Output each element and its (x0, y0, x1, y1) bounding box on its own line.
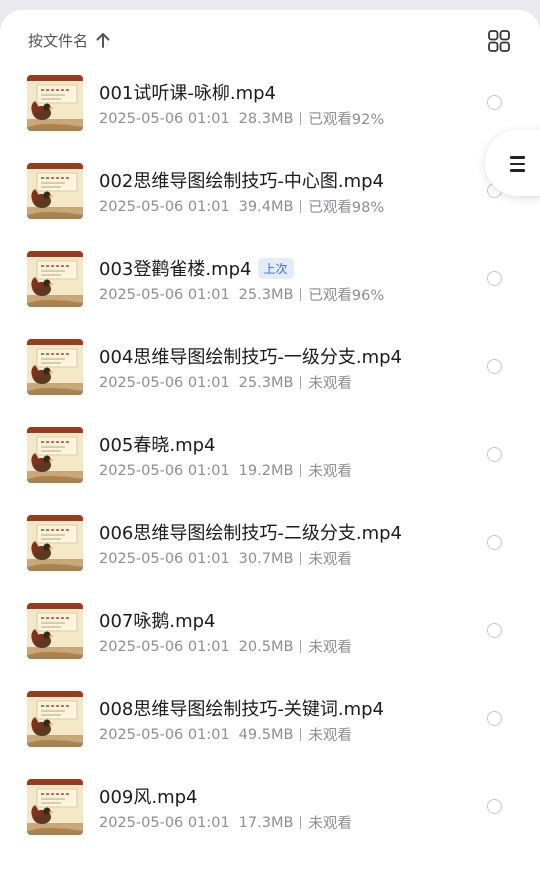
file-meta: 2025-05-06 01:01 25.3MB 已观看96% (99, 284, 384, 305)
file-size: 19.2MB (238, 462, 294, 479)
file-meta: 2025-05-06 01:01 17.3MB 未观看 (99, 812, 352, 833)
file-date: 2025-05-06 01:01 (99, 286, 230, 303)
file-meta: 2025-05-06 01:01 20.5MB 未观看 (99, 636, 352, 657)
list-item[interactable]: 007咏鹅.mp4 2025-05-06 01:01 20.5MB 未观看 (0, 588, 540, 676)
video-thumbnail (27, 691, 83, 747)
file-meta: 2025-05-06 01:01 49.5MB 未观看 (99, 724, 352, 745)
file-meta: 2025-05-06 01:01 19.2MB 未观看 (99, 460, 352, 481)
radio-circle-icon[interactable] (487, 359, 502, 374)
video-thumbnail (27, 427, 83, 483)
file-meta: 2025-05-06 01:01 30.7MB 未观看 (99, 548, 352, 569)
file-name: 004思维导图绘制技巧-一级分支.mp4 (99, 347, 402, 368)
file-size: 49.5MB (238, 726, 294, 743)
sort-label: 按文件名 (28, 31, 89, 50)
divider (300, 200, 302, 213)
divider (300, 552, 302, 565)
arrow-up-icon (96, 32, 110, 48)
divider (300, 112, 302, 125)
watch-status: 未观看 (308, 728, 352, 744)
radio-circle-icon[interactable] (487, 799, 502, 814)
grid-view-icon[interactable] (488, 30, 510, 52)
file-size: 28.3MB (238, 110, 294, 127)
divider (300, 376, 302, 389)
divider (300, 816, 302, 829)
file-date: 2025-05-06 01:01 (99, 726, 230, 743)
video-thumbnail (27, 163, 83, 219)
file-date: 2025-05-06 01:01 (99, 374, 230, 391)
file-name: 005春晓.mp4 (99, 435, 216, 456)
file-date: 2025-05-06 01:01 (99, 550, 230, 567)
list-item[interactable]: 004思维导图绘制技巧-一级分支.mp4 2025-05-06 01:01 25… (0, 324, 540, 412)
file-size: 25.3MB (238, 374, 294, 391)
file-name: 009风.mp4 (99, 787, 198, 808)
list-item[interactable]: 008思维导图绘制技巧-关键词.mp4 2025-05-06 01:01 49.… (0, 676, 540, 764)
file-name: 001试听课-咏柳.mp4 (99, 83, 276, 104)
file-date: 2025-05-06 01:01 (99, 198, 230, 215)
divider (300, 728, 302, 741)
file-name: 002思维导图绘制技巧-中心图.mp4 (99, 171, 384, 192)
file-size: 30.7MB (238, 550, 294, 567)
file-date: 2025-05-06 01:01 (99, 638, 230, 655)
watch-status: 已观看96% (308, 288, 385, 304)
file-size: 17.3MB (238, 814, 294, 831)
watch-status: 未观看 (308, 376, 352, 392)
watch-status: 未观看 (308, 816, 352, 832)
list-item[interactable]: 006思维导图绘制技巧-二级分支.mp4 2025-05-06 01:01 30… (0, 500, 540, 588)
file-name: 007咏鹅.mp4 (99, 611, 216, 632)
file-date: 2025-05-06 01:01 (99, 462, 230, 479)
video-thumbnail (27, 603, 83, 659)
radio-circle-icon[interactable] (487, 535, 502, 550)
radio-circle-icon[interactable] (487, 711, 502, 726)
divider (300, 640, 302, 653)
radio-circle-icon[interactable] (487, 447, 502, 462)
list-item[interactable]: 005春晓.mp4 2025-05-06 01:01 19.2MB 未观看 (0, 412, 540, 500)
file-list: 001试听课-咏柳.mp4 2025-05-06 01:01 28.3MB 已观… (0, 60, 540, 852)
list-item[interactable]: 001试听课-咏柳.mp4 2025-05-06 01:01 28.3MB 已观… (0, 60, 540, 148)
video-thumbnail (27, 339, 83, 395)
file-size: 25.3MB (238, 286, 294, 303)
watch-status: 已观看92% (308, 112, 385, 128)
radio-circle-icon[interactable] (487, 623, 502, 638)
watch-status: 未观看 (308, 640, 352, 656)
radio-circle-icon[interactable] (487, 271, 502, 286)
watch-status: 已观看98% (308, 200, 385, 216)
watch-status: 未观看 (308, 464, 352, 480)
file-date: 2025-05-06 01:01 (99, 110, 230, 127)
file-name: 003登鹳雀楼.mp4 (99, 259, 252, 280)
video-thumbnail (27, 779, 83, 835)
menu-icon (510, 156, 525, 176)
video-thumbnail (27, 251, 83, 307)
list-item[interactable]: 003登鹳雀楼.mp4 上次 2025-05-06 01:01 25.3MB 已… (0, 236, 540, 324)
file-name: 006思维导图绘制技巧-二级分支.mp4 (99, 523, 402, 544)
divider (300, 288, 302, 301)
video-thumbnail (27, 515, 83, 571)
list-item[interactable]: 002思维导图绘制技巧-中心图.mp4 2025-05-06 01:01 39.… (0, 148, 540, 236)
radio-circle-icon[interactable] (487, 95, 502, 110)
file-meta: 2025-05-06 01:01 25.3MB 未观看 (99, 372, 352, 393)
sort-control[interactable]: 按文件名 (28, 28, 110, 52)
file-name: 008思维导图绘制技巧-关键词.mp4 (99, 699, 384, 720)
file-list-panel: 按文件名 001试听课-咏柳.mp4 2025-05-06 01:01 28.3… (0, 10, 540, 870)
file-size: 39.4MB (238, 198, 294, 215)
video-thumbnail (27, 75, 83, 131)
file-meta: 2025-05-06 01:01 39.4MB 已观看98% (99, 196, 384, 217)
last-watched-badge: 上次 (257, 257, 294, 279)
divider (300, 464, 302, 477)
file-meta: 2025-05-06 01:01 28.3MB 已观看92% (99, 108, 384, 129)
watch-status: 未观看 (308, 552, 352, 568)
file-size: 20.5MB (238, 638, 294, 655)
file-date: 2025-05-06 01:01 (99, 814, 230, 831)
